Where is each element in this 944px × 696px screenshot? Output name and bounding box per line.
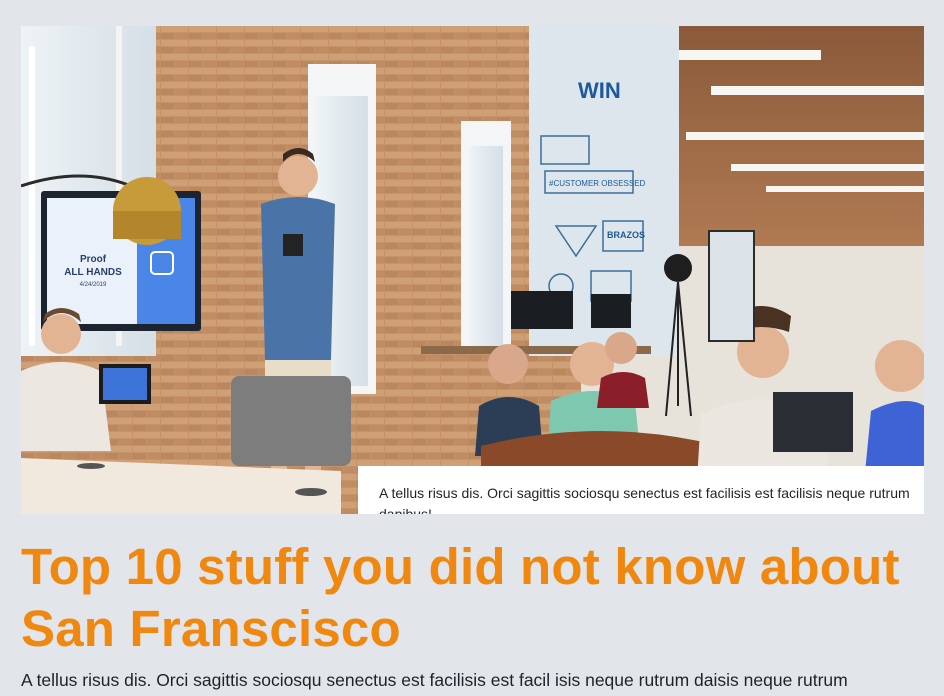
mural-brazos-text: BRAZOS — [607, 230, 645, 240]
mural-win-text: WIN — [578, 78, 621, 103]
hero-image: WIN #CUSTOMER OBSESSED BRAZOS Proof ALL … — [21, 26, 924, 514]
article-lede: A tellus risus dis. Orci sagittis socios… — [21, 670, 848, 690]
mural-customer-text: #CUSTOMER OBSESSED — [549, 179, 646, 188]
article-title: Top 10 stuff you did not know about San … — [21, 538, 900, 657]
tv-text-line3: 4/24/2019 — [80, 282, 107, 288]
office-photo-illustration: WIN #CUSTOMER OBSESSED BRAZOS Proof ALL … — [21, 26, 924, 514]
image-caption: A tellus risus dis. Orci sagittis socios… — [358, 466, 924, 514]
tv-text-line1: Proof — [80, 254, 107, 265]
tv-text-line2: ALL HANDS — [64, 267, 122, 278]
